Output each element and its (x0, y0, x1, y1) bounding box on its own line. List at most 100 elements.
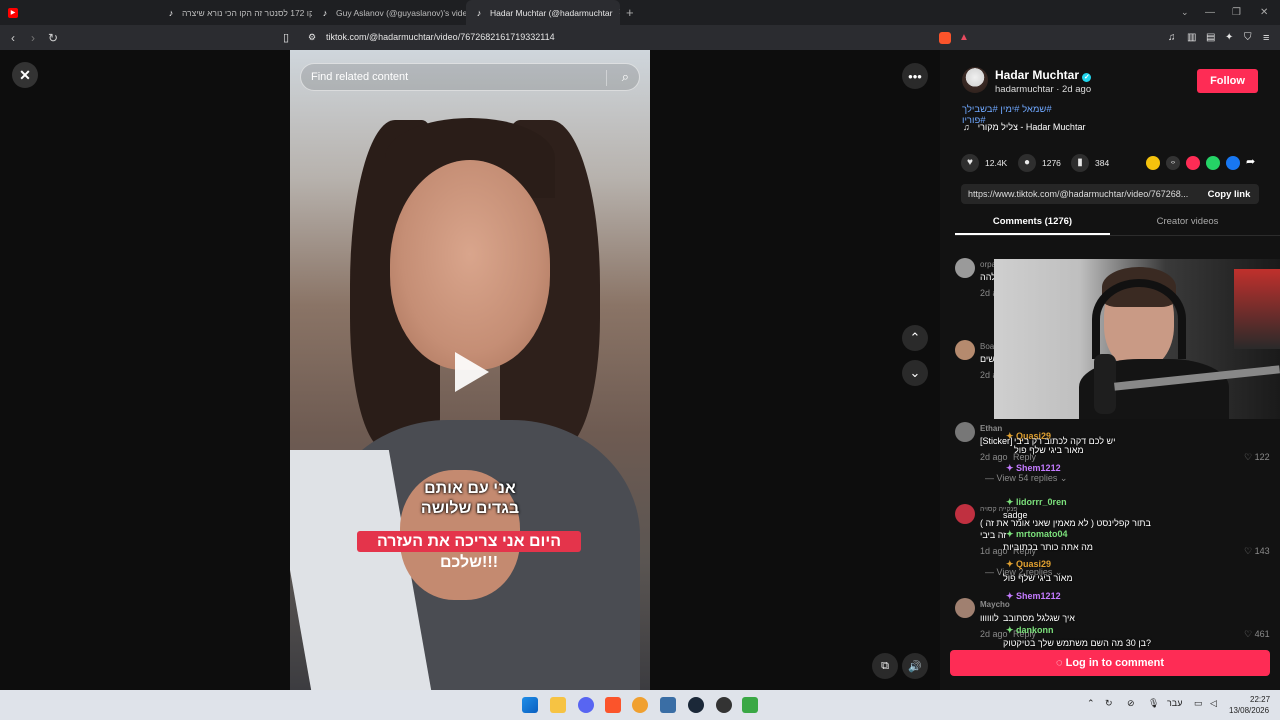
obs-icon[interactable] (716, 697, 732, 713)
comment-user[interactable]: Ethan (980, 424, 1002, 433)
taskbar-app-icon-2[interactable] (660, 697, 676, 713)
heart-icon[interactable]: ♥ (961, 154, 979, 172)
sidebar-icon[interactable]: ▥ (1187, 32, 1196, 43)
tab-creator-videos[interactable]: Creator videos (1110, 216, 1265, 227)
comment-stat[interactable]: ● 1276 (1018, 154, 1061, 172)
volume-button[interactable]: 🔊 (902, 653, 928, 679)
discord-icon[interactable] (578, 697, 594, 713)
repost-icon[interactable] (1186, 156, 1200, 170)
tray-sync-icon[interactable]: ↻ (1105, 698, 1113, 709)
tab-youtube[interactable]: ▶ (0, 0, 40, 25)
avatar[interactable] (955, 258, 975, 278)
chat-message: מה אתה כותר בכתוביות (1003, 542, 1093, 552)
chat-name: mrtomato04 (1016, 529, 1068, 539)
play-icon[interactable] (455, 352, 489, 392)
language-indicator[interactable]: עבר (1167, 698, 1182, 708)
author-avatar[interactable] (962, 67, 988, 93)
menu-icon[interactable]: ≡ (1263, 32, 1269, 44)
link-row: https://www.tiktok.com/@hadarmuchtar/vid… (961, 184, 1259, 204)
like-count: 461 (1254, 629, 1270, 639)
site-settings-icon[interactable]: ⚙ (308, 32, 316, 43)
file-explorer-icon[interactable] (550, 697, 566, 713)
more-options-button[interactable]: ••• (902, 63, 928, 89)
comment-likes[interactable]: ♡ 461 (1244, 629, 1270, 640)
divider (606, 70, 607, 86)
clock-time[interactable]: 22:27 (1250, 695, 1270, 704)
share-arrow-icon[interactable]: ➦ (1246, 155, 1255, 168)
chat-username: ✦ Shem1212 (1006, 463, 1061, 473)
avatar[interactable] (955, 598, 975, 618)
tab-tiktok-bus[interactable]: ♪ קו 172 לסנטר זה הקו הכי נורא שיצרה (158, 0, 312, 25)
like-stat[interactable]: ♥ 12.4K (961, 154, 1007, 172)
tiktok-icon: ♪ (322, 7, 328, 18)
reload-icon[interactable]: ↻ (43, 31, 63, 45)
volume-icon[interactable]: ◁ (1210, 698, 1217, 709)
brave-icon[interactable] (605, 697, 621, 713)
minimize-icon[interactable]: — (1205, 7, 1215, 18)
previous-video-button[interactable]: ⌃ (902, 325, 928, 351)
tab-comments[interactable]: Comments (1276) (955, 216, 1110, 227)
video-link[interactable]: https://www.tiktok.com/@hadarmuchtar/vid… (968, 189, 1188, 199)
wallet-icon[interactable]: ▤ (1206, 32, 1215, 43)
music-note-icon: ♫ (963, 122, 970, 132)
avatar[interactable] (955, 422, 975, 442)
comment-icon[interactable]: ● (1018, 154, 1036, 172)
tab-title: Guy Aslanov (@guyaslanov)'s videos (336, 7, 466, 18)
copy-link-button[interactable]: Copy link (1199, 189, 1259, 200)
next-video-button[interactable]: ⌄ (902, 360, 928, 386)
network-icon[interactable]: ▭ (1194, 698, 1203, 709)
clock-date[interactable]: 13/08/2026 (1229, 706, 1269, 715)
windows-start-icon[interactable] (522, 697, 538, 713)
follow-button[interactable]: Follow (1197, 69, 1258, 93)
view-replies-button[interactable]: — View 54 replies ⌄ (985, 473, 1067, 484)
coin-icon[interactable] (1146, 156, 1160, 170)
tab-list-icon[interactable]: ⌄ (1181, 7, 1189, 18)
chat-username: ✦ Shem1212 (1006, 591, 1061, 601)
tab-hadar-muchtar[interactable]: ♪ Hadar Muchtar (@hadarmuchtar ✕ (466, 0, 620, 25)
sound-name[interactable]: צליל מקורי - Hadar Muchtar (978, 122, 1086, 132)
comment-likes[interactable]: ♡ 122 (1244, 452, 1270, 463)
chat-username: ✦ Quasi29 (1006, 559, 1052, 569)
brave-rewards-icon[interactable]: ▲ (959, 32, 969, 43)
floating-player-button[interactable]: ⧉ (872, 653, 898, 679)
save-stat[interactable]: ▮ 384 (1071, 154, 1109, 172)
comment-text: שים (980, 354, 995, 364)
comment-likes[interactable]: ♡ 143 (1244, 546, 1270, 557)
bookmark-icon[interactable]: ▮ (1071, 154, 1089, 172)
whatsapp-icon[interactable] (1206, 156, 1220, 170)
close-tab-icon[interactable]: ✕ (618, 7, 620, 18)
bookmark-icon[interactable]: ▯ (283, 31, 289, 44)
close-window-icon[interactable]: ✕ (1260, 7, 1268, 18)
embed-icon[interactable]: ‹› (1166, 156, 1180, 170)
new-tab-button[interactable]: + (626, 5, 634, 20)
chevron-up-icon[interactable]: ⌃ (1087, 698, 1095, 709)
leo-ai-icon[interactable]: ✦ (1225, 32, 1233, 43)
tray-mute-icon[interactable]: ⊘ (1127, 698, 1135, 709)
comment-user[interactable]: Boa (980, 342, 994, 351)
maximize-icon[interactable]: ❐ (1232, 7, 1241, 18)
avatar[interactable] (955, 340, 975, 360)
view-replies-label[interactable]: View 54 replies (997, 473, 1058, 483)
facebook-icon[interactable] (1226, 156, 1240, 170)
music-icon[interactable]: ♫ (1168, 32, 1176, 43)
brave-shield-icon[interactable] (939, 31, 951, 44)
taskbar-app-icon[interactable] (632, 697, 648, 713)
related-search-input[interactable]: Find related content ⌕ (300, 63, 640, 91)
taskbar-app-icon-3[interactable] (742, 697, 758, 713)
address-bar-row: ‹ › ↻ ▯ ⚙ tiktok.com/@hadarmuchtar/video… (0, 25, 1280, 50)
steam-icon[interactable] (688, 697, 704, 713)
url-field[interactable]: tiktok.com/@hadarmuchtar/video/767268216… (326, 32, 555, 42)
caption-line-1: אני עם אותם (424, 480, 516, 497)
search-icon[interactable]: ⌕ (622, 69, 629, 85)
forward-icon[interactable]: › (23, 31, 43, 45)
mic-icon[interactable]: 🎙 (1148, 698, 1159, 709)
author-name-row[interactable]: Hadar Muchtar ✓ (995, 68, 1092, 82)
sound-row[interactable]: ♫ צליל מקורי - Hadar Muchtar (963, 122, 1085, 132)
login-to-comment-button[interactable]: ◌ Log in to comment (950, 650, 1270, 676)
vpn-icon[interactable]: ⛉ (1244, 32, 1252, 43)
author-name[interactable]: Hadar Muchtar (995, 68, 1079, 82)
back-icon[interactable]: ‹ (3, 31, 23, 45)
close-video-button[interactable]: ✕ (12, 62, 38, 88)
tab-guy-aslanov[interactable]: ♪ Guy Aslanov (@guyaslanov)'s videos (312, 0, 466, 25)
avatar[interactable] (955, 504, 975, 524)
